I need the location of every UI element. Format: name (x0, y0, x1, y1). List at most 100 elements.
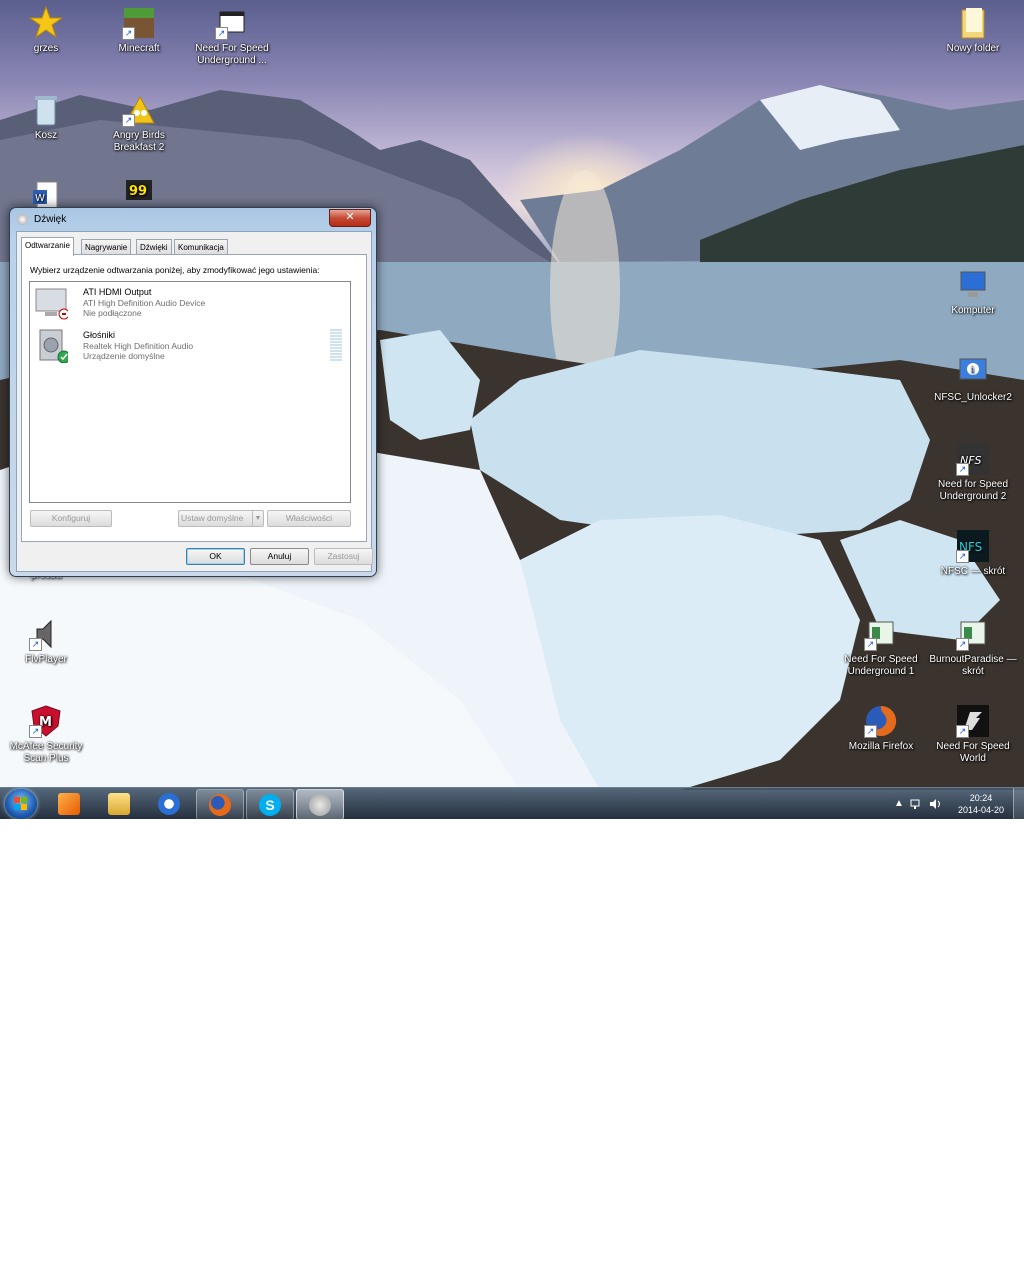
show-desktop-button[interactable] (1013, 788, 1024, 819)
device-row-speakers[interactable]: Głośniki Realtek High Definition Audio U… (32, 329, 347, 367)
show-hidden-icons-arrow[interactable]: ▲ (894, 798, 904, 809)
taskbar-explorer[interactable] (96, 789, 142, 818)
desktop-icon-burnout-paradise[interactable]: ↗ BurnoutParadise — skrót (927, 617, 1019, 678)
shortcut-arrow-icon: ↗ (864, 725, 877, 738)
chevron-down-icon: ▼ (252, 511, 263, 526)
star-icon (28, 5, 64, 40)
dialog-body: Odtwarzanie Nagrywanie Dźwięki Komunikac… (16, 231, 373, 572)
shortcut-arrow-icon: ↗ (864, 638, 877, 651)
info-monitor-icon: i (956, 355, 990, 389)
application-window-icon: ↗ (215, 6, 249, 40)
desktop-icon-komputer[interactable]: Komputer (927, 268, 1019, 317)
desktop-icon-grzes[interactable]: grzes (0, 5, 92, 55)
configure-button[interactable]: Konfiguruj (30, 510, 112, 527)
media-player-icon (58, 793, 80, 815)
desktop-icon-label: Angry Birds Breakfast 2 (113, 130, 165, 153)
shortcut-arrow-icon: ↗ (29, 725, 42, 738)
minecraft-icon: ↗ (122, 6, 156, 40)
start-button[interactable] (5, 789, 37, 819)
device-name: Głośniki (83, 330, 116, 340)
taskbar-firefox[interactable] (196, 789, 244, 819)
desktop-icon-mcafee[interactable]: M ↗ McAfee Security Scan Plus (0, 704, 92, 765)
close-button[interactable]: ✕ (329, 209, 371, 227)
folder-icon (108, 793, 130, 815)
clock-date: 2014-04-20 (957, 805, 1004, 815)
properties-button[interactable]: Właściwości (267, 510, 351, 527)
desktop-icon-nfs-world[interactable]: ↗ Need For Speed World (927, 704, 1019, 765)
desktop-icon-nfs-underground-2[interactable]: NFS ↗ Need for Speed Underground 2 (927, 442, 1019, 503)
tab-nagrywanie[interactable]: Nagrywanie (81, 239, 132, 255)
instruction-text: Wybierz urządzenie odtwarzania poniżej, … (30, 265, 320, 275)
taskbar-sound-dialog[interactable] (296, 789, 344, 819)
lightning-icon (158, 793, 180, 815)
desktop-icon-minecraft[interactable]: ↗ Minecraft (93, 6, 185, 55)
shortcut-arrow-icon: ↗ (215, 27, 228, 40)
desktop-icon-label: NFSC_Unlocker2 (934, 392, 1012, 403)
desktop-icon-nowy-folder[interactable]: Nowy folder (927, 6, 1019, 55)
tab-komunikacja[interactable]: Komunikacja (174, 239, 228, 255)
shortcut-arrow-icon: ↗ (956, 638, 969, 651)
volume-level-meter (330, 329, 342, 361)
tab-dzwieki[interactable]: Dźwięki (136, 239, 172, 255)
skype-icon: S (259, 794, 281, 816)
desktop-icon-label: Nowy folder (946, 43, 1000, 54)
shortcut-arrow-icon: ↗ (122, 114, 135, 127)
shortcut-arrow-icon: ↗ (122, 27, 135, 40)
windows-logo-icon (14, 797, 27, 810)
desktop-icon-nfs-underground-1[interactable]: ↗ Need For Speed Underground 1 (835, 617, 927, 678)
desktop-icon-flvplayer[interactable]: ↗ FlvPlayer (0, 617, 92, 666)
desktop-icon-label: BurnoutParadise — skrót (929, 654, 1017, 677)
device-driver: ATI High Definition Audio Device (83, 298, 206, 308)
device-row-hdmi[interactable]: ATI HDMI Output ATI High Definition Audi… (32, 286, 347, 324)
application-window-icon: ↗ (864, 617, 898, 651)
svg-text:W: W (35, 193, 45, 204)
desktop-icon-label: Kosz (34, 130, 58, 141)
desktop-icon-nfsc-skrot[interactable]: NFS ↗ NFSC — skrót (927, 529, 1019, 578)
monitor-device-icon (34, 286, 70, 320)
cancel-button[interactable]: Anuluj (250, 548, 309, 565)
network-icon[interactable] (910, 798, 922, 813)
tab-odtwarzanie[interactable]: Odtwarzanie (21, 237, 74, 256)
taskbar-lightning-app[interactable] (146, 789, 192, 818)
mcafee-shield-icon: M ↗ (29, 704, 63, 738)
ok-button[interactable]: OK (186, 548, 245, 565)
sound-settings-icon (17, 214, 28, 225)
device-status: Nie podłączone (83, 308, 142, 318)
nfs-world-icon: ↗ (956, 704, 990, 738)
volume-icon[interactable] (929, 798, 943, 813)
desktop-icon-angry-birds[interactable]: ↗ Angry Birds Breakfast 2 (93, 93, 185, 154)
desktop-icon-label: Mozilla Firefox (848, 741, 914, 752)
svg-text:99: 99 (129, 184, 147, 199)
desktop-icon-label: grzes (33, 43, 59, 54)
speaker-device-icon (34, 329, 71, 364)
speaker-icon (309, 794, 331, 816)
desktop-icon-label: McAfee Security Scan Plus (9, 741, 83, 764)
desktop-icon-label: Need For Speed Underground ... (195, 43, 269, 66)
desktop-icon-nfs-underground[interactable]: ↗ Need For Speed Underground ... (186, 6, 278, 67)
device-status: Urządzenie domyślne (83, 351, 165, 361)
desktop-icon-nfsc-unlocker[interactable]: i NFSC_Unlocker2 (927, 355, 1019, 404)
desktop-icon-kosz[interactable]: Kosz (0, 93, 92, 142)
firefox-icon (209, 794, 231, 816)
set-default-label: Ustaw domyślne (181, 513, 244, 523)
taskbar-media-player[interactable] (46, 789, 92, 818)
set-default-dropdown[interactable]: Ustaw domyślne ▼ (178, 510, 264, 527)
desktop-icon-label: NFSC — skrót (940, 566, 1006, 577)
playback-tab-panel: Wybierz urządzenie odtwarzania poniżej, … (21, 254, 367, 542)
nfs-carbon-icon: NFS ↗ (956, 529, 990, 563)
clock[interactable]: 20:24 2014-04-20 (958, 792, 1004, 816)
taskbar-skype[interactable]: S (246, 789, 294, 819)
computer-icon (956, 268, 990, 302)
desktop-icon-label: Komputer (951, 305, 995, 316)
desktop-icon-firefox[interactable]: ↗ Mozilla Firefox (835, 704, 927, 753)
recycle-bin-icon (29, 93, 63, 127)
device-list[interactable]: ATI HDMI Output ATI High Definition Audi… (29, 281, 351, 503)
desktop-icon-label: Minecraft (118, 43, 160, 54)
desktop-icon-label: Need For Speed Underground 1 (844, 654, 918, 677)
apply-button[interactable]: Zastosuj (314, 548, 373, 565)
sound-dialog: Dźwięk ✕ Odtwarzanie Nagrywanie Dźwięki … (9, 207, 377, 577)
dialog-title: Dźwięk (34, 214, 67, 225)
shortcut-arrow-icon: ↗ (29, 638, 42, 651)
shortcut-arrow-icon: ↗ (956, 550, 969, 563)
taskbar: S ▲ 20:24 2014-04-20 (0, 787, 1024, 819)
